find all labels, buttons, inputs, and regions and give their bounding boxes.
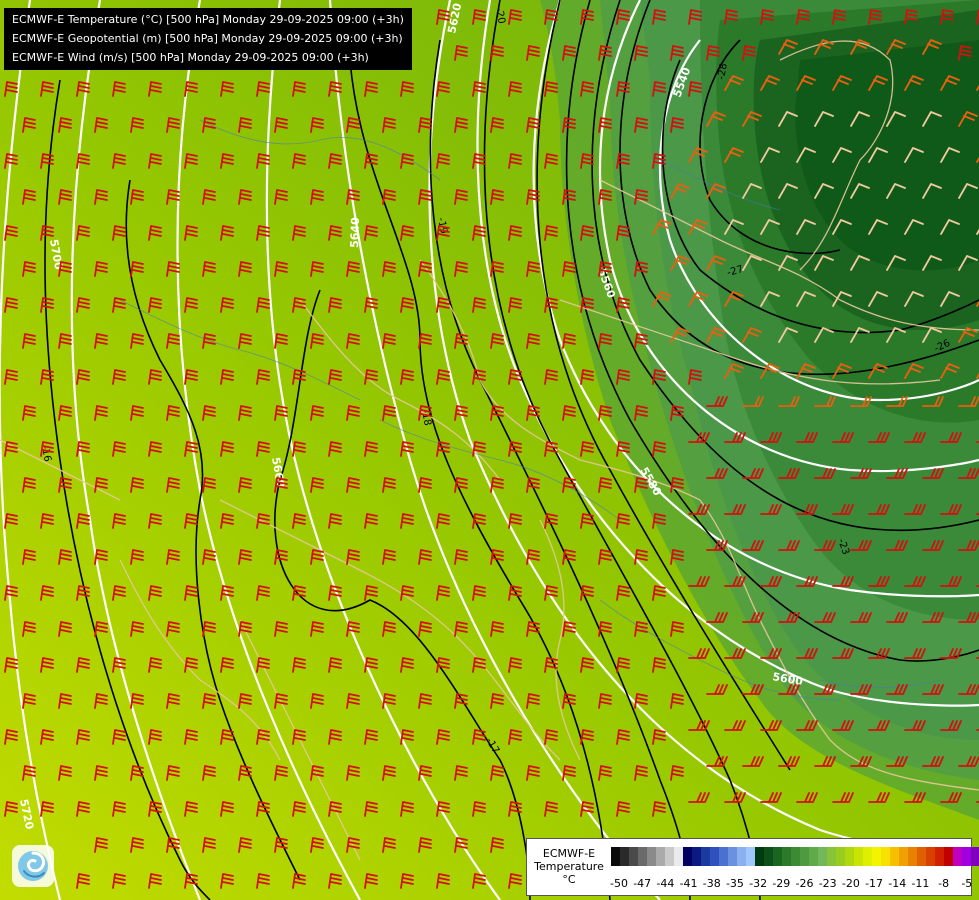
legend-title-line: °C <box>562 873 576 886</box>
legend-title: ECMWF-E Temperature °C <box>531 847 607 886</box>
legend-tick-label: -50 <box>610 877 628 890</box>
legend-color-swatch <box>872 847 881 866</box>
legend-color-bar <box>611 847 979 866</box>
legend-tick-label: -8 <box>938 877 950 890</box>
legend-color-swatch <box>881 847 890 866</box>
legend-color-swatch <box>647 847 656 866</box>
legend-color-swatch <box>953 847 962 866</box>
legend-color-swatch <box>629 847 638 866</box>
legend-color-swatch <box>854 847 863 866</box>
legend-color-swatch <box>692 847 701 866</box>
legend-color-swatch <box>899 847 908 866</box>
title-line-geopotential: ECMWF-E Geopotential (m) [500 hPa] Monda… <box>12 32 403 45</box>
legend-color-swatch <box>701 847 710 866</box>
legend-color-swatch <box>728 847 737 866</box>
legend-color-swatch <box>827 847 836 866</box>
legend-color-swatch <box>674 847 683 866</box>
geopotential-label: 5640 <box>348 217 362 248</box>
legend-color-swatch <box>620 847 629 866</box>
legend-tick-label: -23 <box>818 877 837 890</box>
legend-color-swatch <box>773 847 782 866</box>
legend-color-swatch <box>746 847 755 866</box>
legend-color-swatch <box>971 847 979 866</box>
legend-title-line: Temperature <box>534 860 604 873</box>
legend-color-swatch <box>665 847 674 866</box>
legend-color-swatch <box>782 847 791 866</box>
legend-tick-label: -38 <box>702 877 721 890</box>
legend-tick-label: -41 <box>679 877 698 890</box>
legend-tick-label: -47 <box>633 877 652 890</box>
temperature-legend: ECMWF-E Temperature °C -50 -47 -44 -41 -38 -3… <box>526 838 979 896</box>
title-line-temperature: ECMWF-E Temperature (°C) [500 hPa] Monda… <box>12 13 404 26</box>
legend-color-swatch <box>926 847 935 866</box>
legend-color-swatch <box>962 847 971 866</box>
legend-color-swatch <box>719 847 728 866</box>
legend-tick-label: -32 <box>749 877 768 890</box>
legend-tick-label: -26 <box>795 877 814 890</box>
legend-tick-label: -29 <box>772 877 791 890</box>
legend-color-swatch <box>935 847 944 866</box>
legend-color-swatch <box>917 847 926 866</box>
legend-color-swatch <box>611 847 620 866</box>
map-title-box: ECMWF-E Temperature (°C) [500 hPa] Monda… <box>4 8 412 70</box>
legend-ticks: -50 -47 -44 -41 -38 -35 -32 -29 -26 -23 -20 -17 -14-… <box>610 877 973 891</box>
legend-color-swatch <box>809 847 818 866</box>
title-line-wind: ECMWF-E Wind (m/s) [500 hPa] Monday 29-0… <box>12 51 369 64</box>
legend-color-swatch <box>818 847 827 866</box>
legend-color-swatch <box>836 847 845 866</box>
legend-tick-label: -5 <box>961 877 973 890</box>
legend-tick-label: -35 <box>725 877 744 890</box>
legend-color-swatch <box>683 847 692 866</box>
legend-title-line: ECMWF-E <box>542 847 596 860</box>
swirl-logo-icon <box>18 851 48 881</box>
legend-tick-label: -17 <box>865 877 884 890</box>
legend-color-swatch <box>845 847 854 866</box>
legend-color-swatch <box>890 847 899 866</box>
legend-color-swatch <box>800 847 809 866</box>
legend-color-swatch <box>656 847 665 866</box>
legend-color-swatch <box>944 847 953 866</box>
legend-tick-label: -44 <box>656 877 675 890</box>
legend-color-swatch <box>791 847 800 866</box>
ecmwf-logo <box>12 845 54 887</box>
legend-color-swatch <box>755 847 764 866</box>
legend-tick-label: -11 <box>911 877 930 890</box>
legend-color-swatch <box>710 847 719 866</box>
legend-color-swatch <box>764 847 773 866</box>
legend-color-swatch <box>737 847 746 866</box>
legend-tick-label: -14 <box>888 877 907 890</box>
weather-map[interactable]: 5620 5540 5640 5560 5700 5660 5580 5600 … <box>0 0 979 900</box>
legend-tick-label: -20 <box>841 877 860 890</box>
legend-color-swatch <box>863 847 872 866</box>
legend-color-swatch <box>908 847 917 866</box>
legend-color-swatch <box>638 847 647 866</box>
